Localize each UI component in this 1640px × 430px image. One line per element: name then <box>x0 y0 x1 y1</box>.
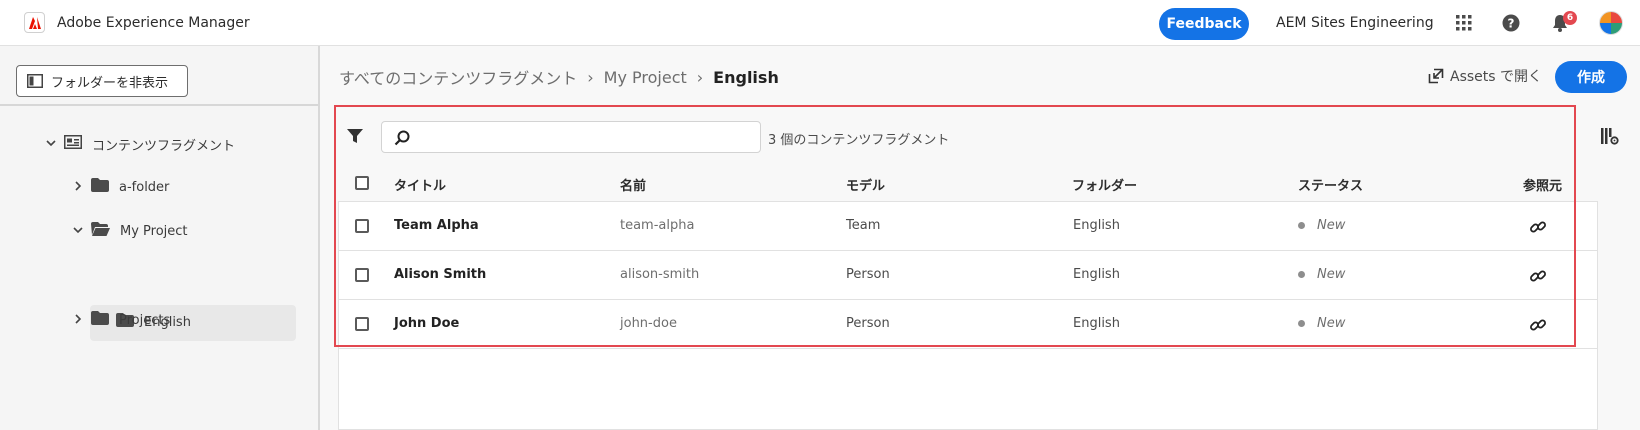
tree-item-projects-row[interactable]: Projects <box>71 303 170 337</box>
chevron-right-icon[interactable] <box>71 313 85 328</box>
svg-text:?: ? <box>1508 17 1515 31</box>
chevron-down-icon[interactable] <box>44 137 58 152</box>
tree-item-root[interactable]: コンテンツフラグメント <box>44 127 235 161</box>
folder-icon <box>91 311 109 329</box>
tree-item-label: Projects <box>119 312 171 328</box>
highlight-box <box>334 105 1576 347</box>
help-icon[interactable]: ? <box>1500 12 1522 34</box>
tree-item-label: コンテンツフラグメント <box>92 138 236 154</box>
chevron-right-icon[interactable] <box>71 180 85 195</box>
tree-item-label: My Project <box>120 223 188 239</box>
sidebar: フォルダーを非表示 コンテンツフラグメント a-folder My Projec… <box>0 46 320 430</box>
breadcrumb-item-current: English <box>713 67 779 87</box>
tree-item-label: a-folder <box>119 179 170 195</box>
panel-icon <box>27 74 43 88</box>
row-divider <box>338 348 1598 349</box>
breadcrumb-item-all[interactable]: すべてのコンテンツフラグメント <box>339 65 577 89</box>
breadcrumb-separator-icon: › <box>587 67 594 87</box>
apps-grid-icon[interactable] <box>1453 12 1475 34</box>
hide-folder-button[interactable]: フォルダーを非表示 <box>16 65 188 97</box>
tree-item-my-project[interactable]: My Project <box>71 214 188 248</box>
create-button[interactable]: 作成 <box>1555 61 1627 93</box>
folder-icon <box>91 178 109 196</box>
sidebar-divider <box>0 104 318 106</box>
folder-open-icon <box>91 222 110 240</box>
tree-item-a-folder[interactable]: a-folder <box>71 170 169 204</box>
notification-badge: 6 <box>1563 11 1577 25</box>
app-title: Adobe Experience Manager <box>57 15 250 31</box>
open-external-icon <box>1428 68 1444 84</box>
breadcrumb: すべてのコンテンツフラグメント › My Project › English <box>339 65 779 89</box>
chevron-down-icon[interactable] <box>71 224 85 239</box>
hide-folder-label: フォルダーを非表示 <box>51 75 169 91</box>
feedback-button[interactable]: Feedback <box>1159 8 1249 40</box>
fragment-icon <box>64 135 82 153</box>
breadcrumb-item-my-project[interactable]: My Project <box>604 68 687 87</box>
top-bar: Adobe Experience Manager Feedback AEM Si… <box>0 0 1640 46</box>
org-switcher[interactable]: AEM Sites Engineering <box>1276 15 1434 31</box>
avatar[interactable] <box>1599 11 1623 35</box>
open-in-assets-button[interactable]: Assets で開く <box>1428 66 1542 86</box>
open-in-assets-label: Assets で開く <box>1450 69 1543 85</box>
breadcrumb-separator-icon: › <box>696 67 704 87</box>
adobe-logo-icon[interactable] <box>24 12 45 33</box>
column-settings-icon[interactable] <box>1601 128 1619 149</box>
